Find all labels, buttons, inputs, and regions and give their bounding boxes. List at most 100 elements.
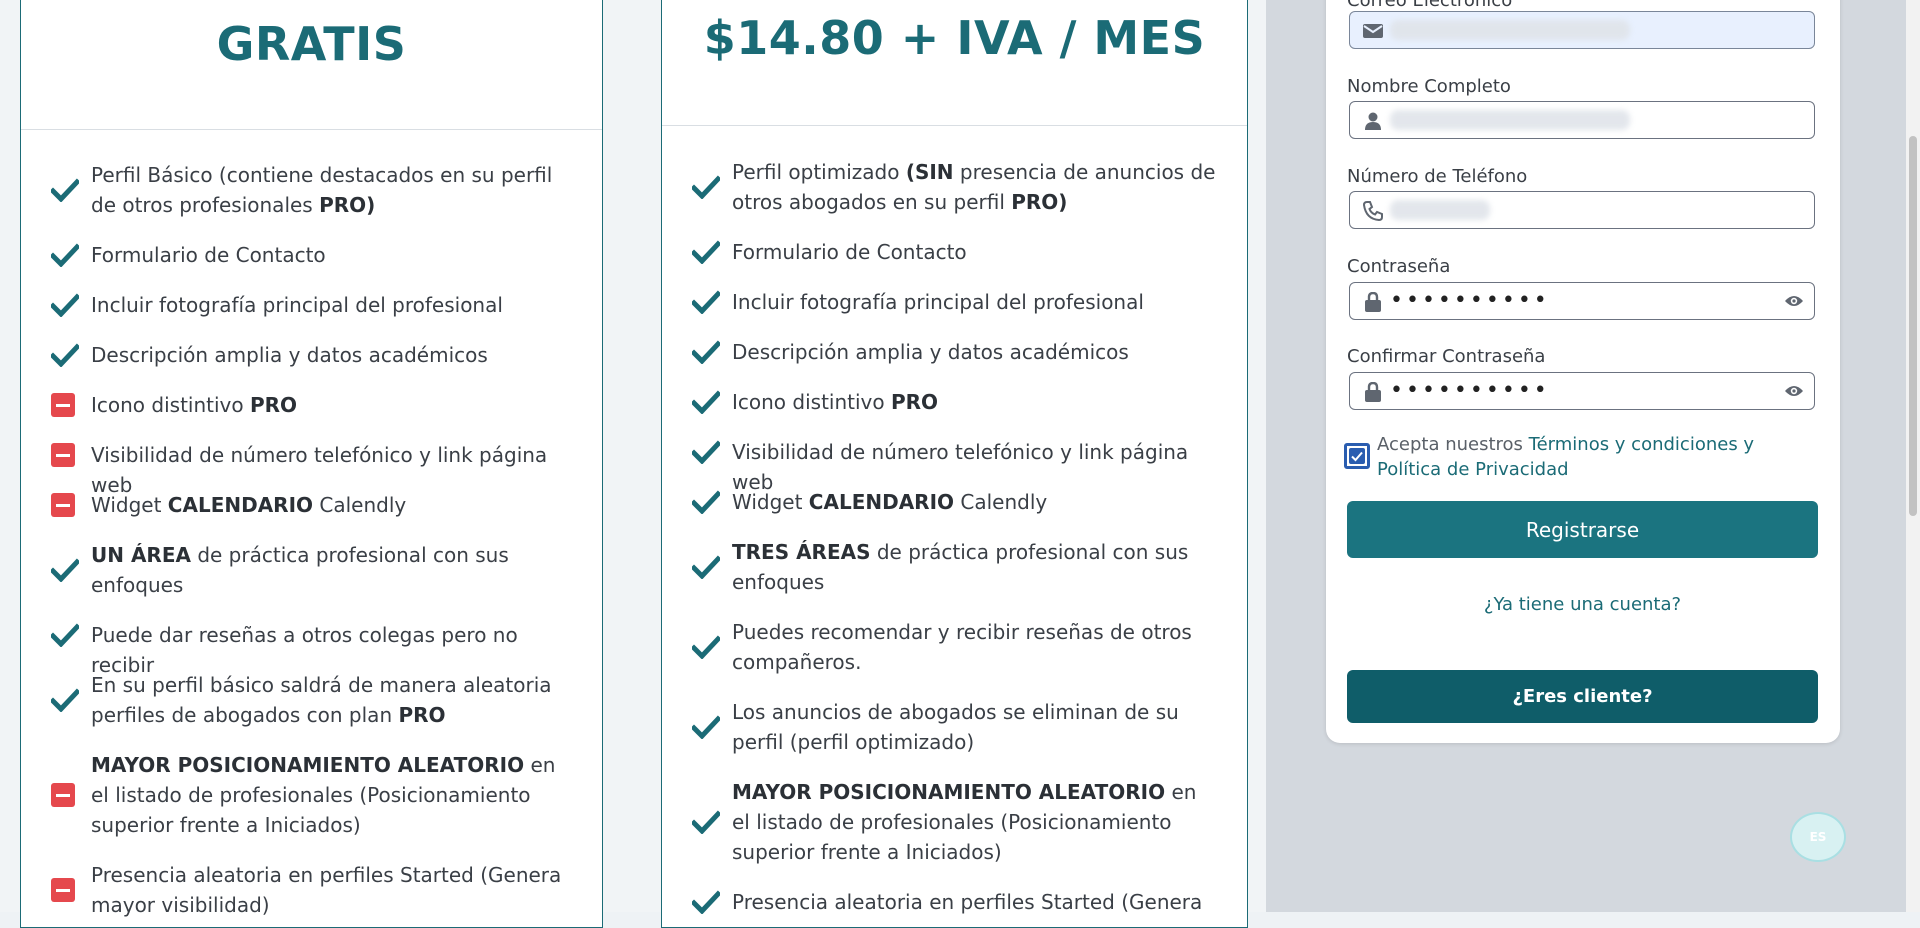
feature-item: UN ÁREA de práctica profesional con sus … [49, 540, 572, 600]
fullname-label: Nombre Completo [1347, 76, 1511, 97]
plan-card-free: GRATIS Perfil Básico (contiene destacado… [20, 0, 603, 928]
minus-icon [51, 393, 75, 417]
feature-text: En su perfil básico saldrá de manera ale… [91, 673, 552, 727]
feature-text: Descripción amplia y datos académicos [91, 343, 488, 367]
lock-icon [1362, 291, 1384, 312]
feature-text: (SIN [905, 160, 954, 184]
feature-text: Formulario de Contacto [91, 243, 326, 267]
lock-icon [1362, 381, 1384, 402]
terms-checkbox[interactable] [1344, 443, 1370, 469]
check-icon [690, 175, 722, 201]
checkbox-check-icon [1349, 448, 1365, 464]
feature-item: Presencia aleatoria en perfiles Started … [51, 860, 572, 920]
confirm-password-field[interactable]: •••••••••• [1349, 372, 1815, 410]
login-link[interactable]: ¿Ya tiene una cuenta? [1347, 594, 1818, 615]
feature-item: Icono distintivo PRO [690, 387, 1217, 417]
plan-price: GRATIS [216, 17, 407, 71]
minus-icon [51, 783, 75, 807]
register-button[interactable]: Registrarse [1347, 501, 1818, 558]
feature-item: Formulario de Contacto [49, 240, 572, 270]
minus-icon [51, 878, 75, 902]
feature-item: Perfil Básico (contiene destacados en su… [49, 160, 572, 220]
fullname-field[interactable] [1349, 101, 1815, 139]
feature-item: TRES ÁREAS de práctica profesional con s… [690, 537, 1217, 597]
envelope-icon [1362, 21, 1384, 41]
check-icon [690, 440, 722, 466]
confirm-password-label: Confirmar Contraseña [1347, 346, 1546, 367]
plan-header: $14.80 + IVA / MES [662, 0, 1247, 126]
feature-item: Incluir fotografía principal del profesi… [49, 290, 572, 320]
feature-text: Presencia aleatoria en perfiles Started … [91, 863, 562, 917]
password-label: Contraseña [1347, 256, 1451, 277]
phone-value-blurred [1390, 200, 1490, 220]
feature-item: Puedes recomendar y recibir reseñas de o… [690, 617, 1217, 677]
feature-item: Descripción amplia y datos académicos [690, 337, 1217, 367]
feature-text: Widget [91, 493, 168, 517]
check-icon [690, 490, 722, 516]
password-value: •••••••••• [1390, 288, 1550, 313]
client-button[interactable]: ¿Eres cliente? [1347, 670, 1818, 723]
feature-text: Presencia aleatoria en perfiles Started … [732, 890, 1203, 914]
feature-text: Formulario de Contacto [732, 240, 967, 264]
check-icon [690, 810, 722, 836]
check-icon [49, 243, 81, 269]
password-field[interactable]: •••••••••• [1349, 282, 1815, 320]
feature-item: MAYOR POSICIONAMIENTO ALEATORIO en el li… [690, 777, 1217, 867]
feature-text: Icono distintivo [91, 393, 250, 417]
feature-text: PRO) [319, 193, 376, 217]
check-icon [49, 293, 81, 319]
language-button[interactable]: ES [1790, 812, 1846, 862]
check-icon [49, 688, 81, 714]
feature-item: Icono distintivo PRO [51, 390, 572, 420]
check-icon [690, 390, 722, 416]
feature-text: Descripción amplia y datos académicos [732, 340, 1129, 364]
feature-text: Puede dar reseñas a otros colegas pero n… [91, 623, 518, 677]
feature-text: Incluir fotografía principal del profesi… [91, 293, 503, 317]
feature-text: UN ÁREA [91, 543, 191, 567]
check-icon [49, 178, 81, 204]
check-icon [690, 890, 722, 916]
feature-item: Incluir fotografía principal del profesi… [690, 287, 1217, 317]
email-field[interactable] [1349, 11, 1815, 49]
check-icon [690, 635, 722, 661]
terms-text: Acepta nuestros Términos y condiciones y… [1377, 432, 1777, 482]
plan-price: $14.80 + IVA / MES [703, 11, 1206, 65]
feature-item: Presencia aleatoria en perfiles Started … [690, 887, 1217, 917]
feature-item: En su perfil básico saldrá de manera ale… [49, 670, 572, 730]
feature-text: Calendly [313, 493, 407, 517]
scrollbar[interactable] [1906, 0, 1920, 912]
feature-item: Descripción amplia y datos académicos [49, 340, 572, 370]
feature-item: Los anuncios de abogados se eliminan de … [690, 697, 1217, 757]
terms-prefix: Acepta nuestros [1377, 434, 1529, 455]
plan-card-pro: $14.80 + IVA / MES Perfil optimizado (SI… [661, 0, 1248, 928]
feature-text: PRO [398, 703, 446, 727]
feature-text: PRO [890, 390, 939, 414]
email-value-blurred [1390, 20, 1630, 40]
check-icon [690, 290, 722, 316]
feature-text: CALENDARIO [808, 490, 955, 514]
phone-icon [1362, 201, 1384, 222]
check-icon [690, 240, 722, 266]
user-icon [1362, 111, 1384, 131]
check-icon [690, 715, 722, 741]
feature-text: Calendly [954, 490, 1048, 514]
eye-icon[interactable] [1784, 293, 1804, 309]
phone-field[interactable] [1349, 191, 1815, 229]
feature-text: Los anuncios de abogados se eliminan de … [732, 700, 1179, 754]
check-icon [690, 340, 722, 366]
plan-header: GRATIS [21, 0, 602, 130]
scrollbar-thumb[interactable] [1909, 136, 1917, 516]
feature-text: Perfil optimizado [732, 160, 906, 184]
eye-icon[interactable] [1784, 383, 1804, 399]
feature-text: Visibilidad de número telefónico y link … [732, 440, 1189, 494]
check-icon [690, 555, 722, 581]
feature-item: MAYOR POSICIONAMIENTO ALEATORIO en el li… [51, 750, 572, 840]
check-icon [49, 623, 81, 649]
feature-text: Puedes recomendar y recibir reseñas de o… [732, 620, 1192, 674]
feature-item: Perfil optimizado (SIN presencia de anun… [690, 157, 1217, 217]
email-label: Correo Electronico [1347, 0, 1513, 11]
feature-item: Formulario de Contacto [690, 237, 1217, 267]
feature-item: Widget CALENDARIO Calendly [51, 490, 572, 520]
check-icon [49, 343, 81, 369]
feature-text: Widget [732, 490, 809, 514]
